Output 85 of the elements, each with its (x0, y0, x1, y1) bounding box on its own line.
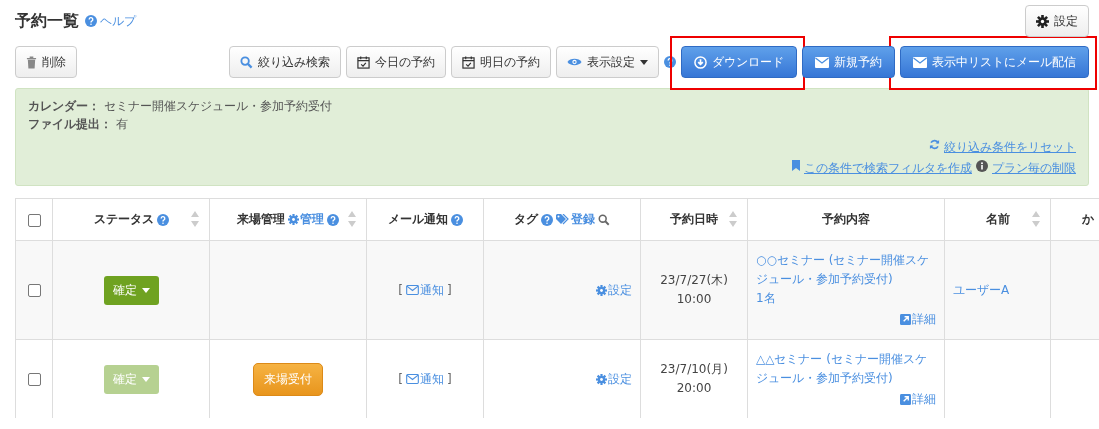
caret-icon (141, 376, 150, 382)
reservation-time: 20:00 (675, 380, 713, 397)
check-in-button[interactable]: 来場受付 (253, 362, 323, 396)
column-label: メール通知 (387, 211, 448, 228)
reservation-date: 23/7/10(月) (659, 361, 729, 378)
envelope-icon (406, 374, 419, 384)
column-label: タグ (514, 211, 538, 228)
manage-link[interactable]: 管理 (288, 211, 324, 228)
reservation-title-link[interactable]: ○○セミナー (セミナー開催スケジュール・参加予約受付) (756, 251, 936, 289)
detail-link[interactable]: 詳細 (900, 310, 936, 329)
toolbar-button[interactable]: 明日の予約 (451, 46, 551, 78)
external-link-icon (900, 314, 911, 325)
toolbar-button[interactable]: 今日の予約 (346, 46, 446, 78)
column-label: 予約内容 (822, 211, 870, 228)
reservation-date: 23/7/27(木) (659, 272, 729, 289)
download-icon (694, 55, 707, 69)
display-settings-dropdown[interactable]: 表示設定 (556, 46, 659, 78)
column-label[interactable]: ステータス (93, 211, 154, 228)
bracket: [ (398, 372, 403, 386)
tag-icon (556, 214, 570, 225)
user-name-link[interactable]: ユーザーA (953, 281, 1010, 299)
gear-icon (288, 214, 299, 225)
sort-icon (191, 211, 199, 227)
help-icon (664, 56, 676, 68)
column-label[interactable]: 名前 (985, 211, 1010, 228)
envelope-icon (815, 56, 829, 68)
row-checkbox[interactable] (27, 373, 41, 386)
toolbar-button[interactable]: 絞り込み検索 (229, 46, 341, 78)
bracket: ] (447, 372, 452, 386)
help-icon (450, 213, 463, 226)
caret-icon (141, 287, 150, 293)
search-icon (240, 55, 253, 69)
column-label[interactable]: 来場管理 (237, 211, 285, 228)
condition-value: 有 (116, 116, 128, 133)
filter-link[interactable]: プラン毎の制限 (992, 160, 1076, 177)
notify-link[interactable]: 通知 (406, 281, 444, 299)
envelope-icon (913, 56, 927, 68)
attendee-count: 1名 (756, 290, 777, 307)
action-button[interactable]: 表示中リストにメール配信 (900, 46, 1089, 78)
toolbar-button[interactable]: 削除 (15, 46, 77, 78)
trash-icon (26, 55, 37, 69)
gear-icon (596, 373, 607, 385)
action-button[interactable]: ダウンロード (681, 46, 797, 78)
reservation-title-link[interactable]: △△セミナー (セミナー開催スケジュール・参加予約受付) (756, 349, 936, 388)
calendar-check-icon (462, 55, 475, 69)
refresh-icon (929, 139, 940, 150)
page-title: 予約一覧 (15, 10, 79, 32)
gear-icon (596, 284, 607, 296)
settings-button[interactable]: 設定 (1025, 5, 1089, 37)
tag-settings-link[interactable]: 設定 (596, 370, 632, 388)
external-link-icon (900, 393, 911, 405)
column-label[interactable]: 予約日時 (670, 211, 718, 228)
reservation-time: 10:00 (675, 291, 713, 308)
register-tag-link[interactable]: 登録 (556, 211, 595, 228)
notify-link[interactable]: 通知 (406, 370, 444, 388)
bookmark-icon (792, 160, 800, 171)
calendar-check-icon (357, 55, 370, 69)
info-icon (976, 160, 988, 172)
caret-icon (640, 59, 648, 65)
select-all-checkbox[interactable] (27, 213, 41, 227)
help-icon (156, 213, 169, 226)
sort-icon (1032, 211, 1040, 227)
gear-icon (1036, 14, 1049, 28)
help-icon (85, 15, 97, 27)
eye-icon (567, 57, 582, 67)
column-label: か (1082, 211, 1094, 228)
condition-label: カレンダー： (28, 98, 100, 115)
sort-icon (348, 211, 356, 227)
help-link[interactable]: ヘルプ (100, 12, 136, 30)
filter-link[interactable]: 絞り込み条件をリセット (944, 139, 1076, 156)
help-icon (541, 213, 553, 226)
detail-link[interactable]: 詳細 (900, 389, 936, 409)
action-button[interactable]: 新規予約 (802, 46, 895, 78)
help-icon (327, 213, 339, 226)
sort-icon (729, 211, 737, 227)
bracket: ] (447, 283, 452, 297)
filter-link[interactable]: この条件で検索フィルタを作成 (804, 160, 972, 177)
condition-label: ファイル提出： (28, 116, 112, 133)
envelope-icon (406, 285, 419, 295)
search-icon (598, 213, 610, 226)
status-dropdown[interactable]: 確定 (103, 275, 159, 305)
condition-value: セミナー開催スケジュール・参加予約受付 (104, 98, 332, 115)
row-checkbox[interactable] (27, 284, 41, 297)
bracket: [ (398, 283, 403, 297)
tag-settings-link[interactable]: 設定 (596, 281, 632, 299)
